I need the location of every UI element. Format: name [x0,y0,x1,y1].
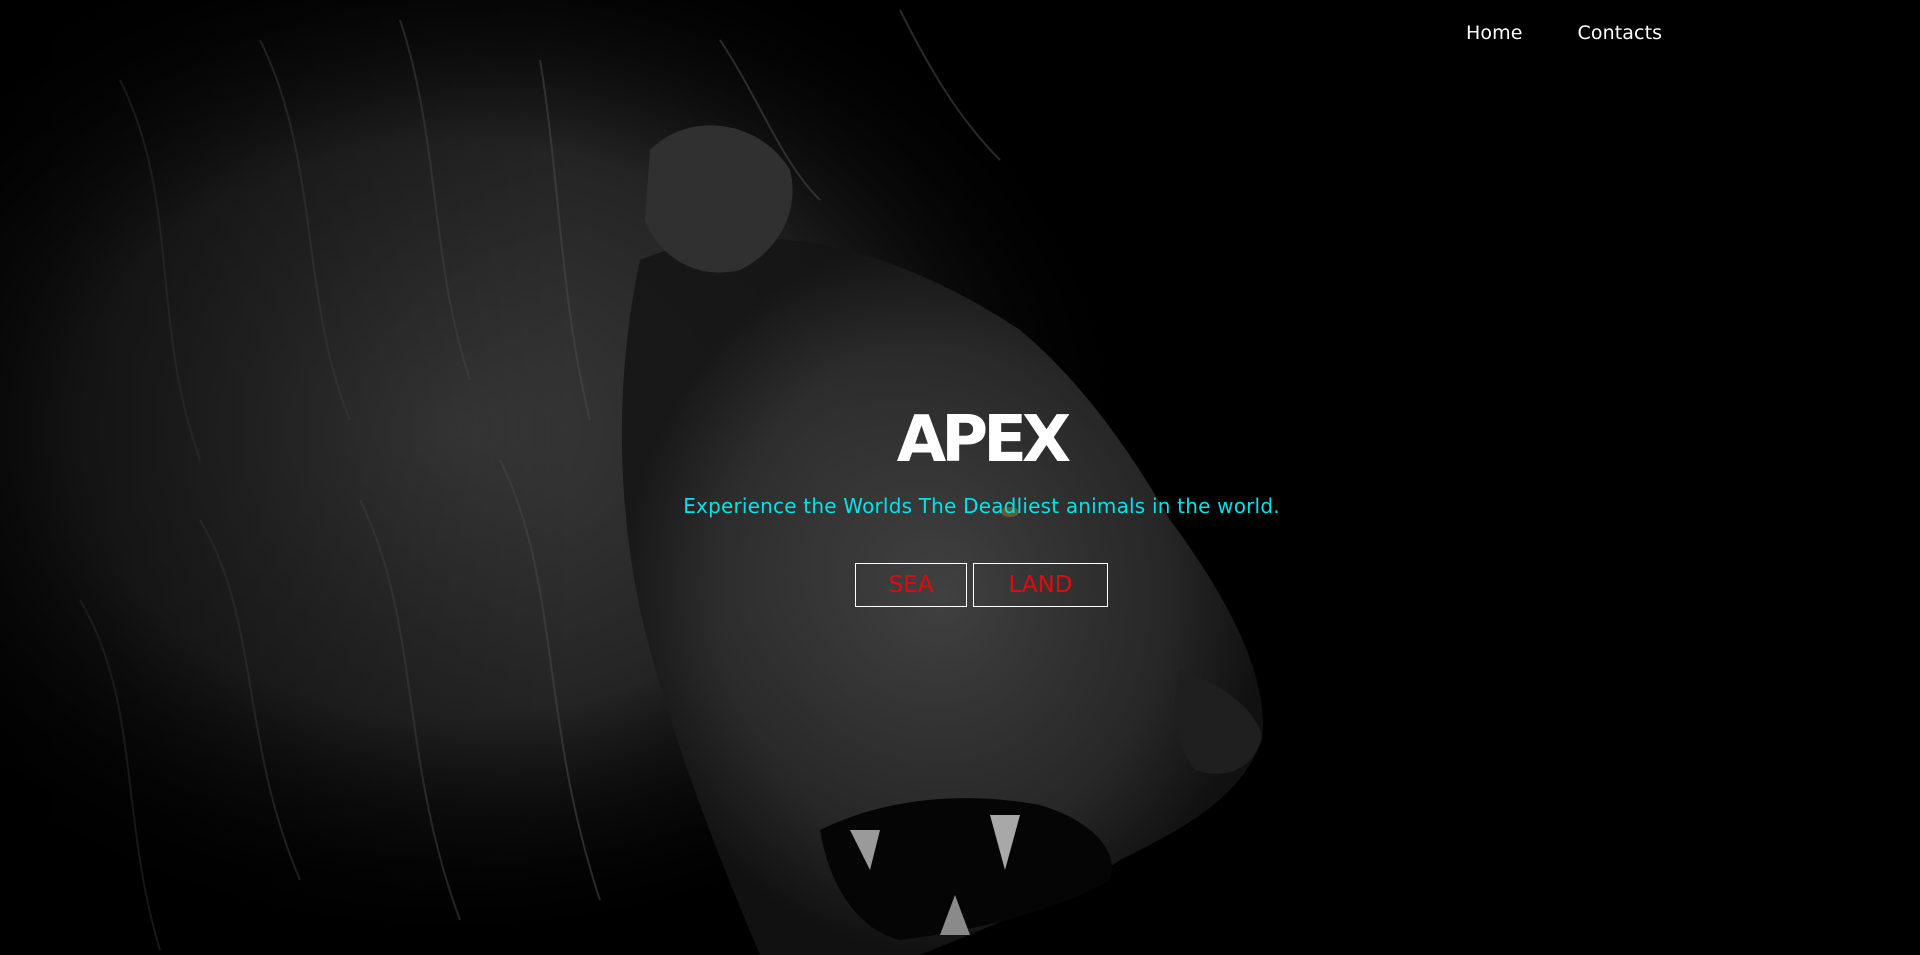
land-button[interactable]: LAND [973,563,1108,607]
sea-button[interactable]: SEA [855,563,967,607]
hero-subtitle: Experience the Worlds The Deadliest anim… [683,494,1280,518]
nav-link-home[interactable]: Home [1466,22,1523,44]
category-buttons: SEA LAND [0,563,1920,607]
page-title: APEX [896,403,1072,477]
hero-section: Home Contacts APEX Experience the Worlds… [0,0,1920,955]
top-navigation: Home Contacts [1466,22,1662,44]
hero-content: APEX Experience the Worlds The Deadliest… [0,395,1920,607]
nav-link-contacts[interactable]: Contacts [1578,22,1663,44]
